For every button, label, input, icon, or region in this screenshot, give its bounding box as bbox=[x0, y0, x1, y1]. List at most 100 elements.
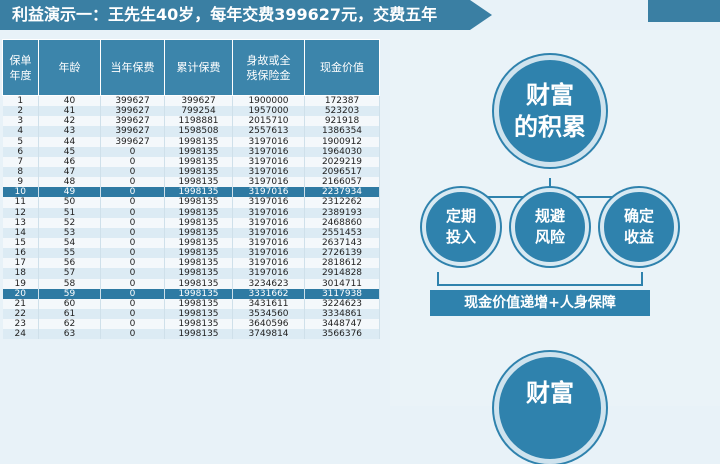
circle-2-line-1: 规避 bbox=[534, 207, 565, 225]
table-cell: 16 bbox=[2, 248, 39, 259]
table-row: 9 48 0 1998135 3197016 2166057 bbox=[2, 177, 380, 188]
table-cell: 1998135 bbox=[164, 319, 233, 330]
table-cell: 1964030 bbox=[304, 146, 380, 157]
table-cell: 0 bbox=[100, 268, 165, 279]
table-cell: 11 bbox=[2, 197, 39, 208]
table-cell: 1900000 bbox=[232, 95, 305, 107]
table-cell: 3431611 bbox=[232, 298, 305, 309]
table-cell: 399627 bbox=[100, 95, 165, 107]
table-row: 7 46 0 1998135 3197016 2029219 bbox=[2, 156, 380, 167]
table-cell: 0 bbox=[100, 217, 165, 228]
table-cell: 3197016 bbox=[232, 227, 305, 238]
table-cell: 1998135 bbox=[164, 248, 233, 259]
table-cell: 0 bbox=[100, 146, 165, 157]
table-cell: 57 bbox=[38, 268, 101, 279]
table-cell: 3 bbox=[2, 116, 39, 127]
table-row: 11 50 0 1998135 3197016 2312262 bbox=[2, 197, 380, 208]
table-row: 13 52 0 1998135 3197016 2468860 bbox=[2, 217, 380, 228]
table-cell: 2637143 bbox=[304, 237, 380, 249]
table-cell: 3117938 bbox=[304, 288, 380, 299]
table-cell: 2389193 bbox=[304, 207, 380, 218]
table-cell: 799254 bbox=[164, 106, 233, 117]
table-cell: 399627 bbox=[164, 95, 233, 107]
certain-return-circle: 确定 收益 bbox=[600, 188, 678, 266]
column-header: 现金价值 bbox=[304, 39, 380, 96]
table-cell: 3197016 bbox=[232, 248, 305, 259]
column-header-text: 年龄 bbox=[58, 61, 81, 74]
table-cell: 0 bbox=[100, 258, 165, 269]
table-cell: 52 bbox=[38, 217, 101, 228]
table-cell: 14 bbox=[2, 227, 39, 238]
table-cell: 2237934 bbox=[304, 187, 380, 198]
table-cell: 3197016 bbox=[232, 217, 305, 228]
table-cell: 1 bbox=[2, 95, 39, 107]
table-cell: 2818612 bbox=[304, 258, 380, 269]
bottom-circle-line-1: 财富 bbox=[526, 379, 574, 407]
table-cell: 3749814 bbox=[232, 329, 305, 340]
table-cell: 20 bbox=[2, 288, 39, 299]
table-cell: 1998135 bbox=[164, 308, 233, 320]
table-cell: 41 bbox=[38, 106, 101, 117]
table-cell: 1998135 bbox=[164, 207, 233, 218]
table-cell: 3334861 bbox=[304, 308, 380, 320]
table-cell: 523203 bbox=[304, 106, 380, 117]
wealth-accumulation-circle: 财富 的积累 bbox=[494, 55, 606, 167]
table-cell: 2029219 bbox=[304, 156, 380, 167]
table-cell: 0 bbox=[100, 177, 165, 188]
table-cell: 0 bbox=[100, 227, 165, 238]
table-cell: 18 bbox=[2, 268, 39, 279]
table-row: 16 55 0 1998135 3197016 2726139 bbox=[2, 248, 380, 259]
table-cell: 3197016 bbox=[232, 156, 305, 167]
table-row: 19 58 0 1998135 3234623 3014711 bbox=[2, 278, 380, 289]
cash-value-banner: 现金价值递增+人身保障 bbox=[430, 290, 650, 316]
table-cell: 1598508 bbox=[164, 126, 233, 137]
table-cell: 2468860 bbox=[304, 217, 380, 228]
table-cell: 0 bbox=[100, 278, 165, 289]
table-row: 18 57 0 1998135 3197016 2914828 bbox=[2, 268, 380, 279]
table-cell: 50 bbox=[38, 197, 101, 208]
table-cell: 13 bbox=[2, 217, 39, 228]
table-cell: 55 bbox=[38, 248, 101, 259]
table-cell: 0 bbox=[100, 166, 165, 178]
column-header: 累计保费 bbox=[164, 39, 233, 96]
table-cell: 63 bbox=[38, 329, 101, 340]
table-cell: 3197016 bbox=[232, 166, 305, 178]
circle-3-line-1: 确定 bbox=[623, 207, 654, 225]
table-cell: 0 bbox=[100, 187, 165, 198]
table-row: 10 49 0 1998135 3197016 2237934 bbox=[2, 187, 380, 198]
table-cell: 1998135 bbox=[164, 278, 233, 289]
circle-1-line-2: 投入 bbox=[445, 228, 476, 246]
column-header: 当年保费 bbox=[100, 39, 165, 96]
table-cell: 43 bbox=[38, 126, 101, 137]
table-cell: 1900912 bbox=[304, 136, 380, 147]
table-cell: 0 bbox=[100, 308, 165, 320]
table-row: 3 42 399627 1198881 2015710 921918 bbox=[2, 116, 380, 127]
column-header: 保单 年度 bbox=[2, 39, 39, 96]
table-cell: 3197016 bbox=[232, 258, 305, 269]
table-row: 23 62 0 1998135 3640596 3448747 bbox=[2, 319, 380, 330]
table-row: 2 41 399627 799254 1957000 523203 bbox=[2, 106, 380, 117]
table-cell: 3566376 bbox=[304, 329, 380, 340]
table-cell: 2096517 bbox=[304, 166, 380, 178]
page-title: 利益演示一：王先生40岁，每年交费399627元，交费五年 bbox=[0, 0, 492, 30]
table-cell: 3197016 bbox=[232, 146, 305, 157]
table-cell: 1998135 bbox=[164, 177, 233, 188]
table-cell: 0 bbox=[100, 288, 165, 299]
table-cell: 3197016 bbox=[232, 187, 305, 198]
table-cell: 58 bbox=[38, 278, 101, 289]
top-circle-line-2: 的积累 bbox=[514, 113, 586, 141]
table-cell: 42 bbox=[38, 116, 101, 127]
table-cell: 5 bbox=[2, 136, 39, 147]
table-cell: 1998135 bbox=[164, 217, 233, 228]
table-cell: 1998135 bbox=[164, 288, 233, 299]
table-row: 24 63 0 1998135 3749814 3566376 bbox=[2, 329, 380, 340]
table-cell: 12 bbox=[2, 207, 39, 218]
table-cell: 0 bbox=[100, 298, 165, 309]
table-cell: 3197016 bbox=[232, 237, 305, 249]
circle-2-line-2: 风险 bbox=[534, 228, 565, 246]
table-cell: 7 bbox=[2, 156, 39, 167]
table-cell: 3197016 bbox=[232, 197, 305, 208]
table-cell: 4 bbox=[2, 126, 39, 137]
table-cell: 8 bbox=[2, 166, 39, 178]
benefit-table-container: 保单 年度 年龄 当年保费 累计保费 身故或全 残保险金 现金价值 1 40 399627 3996… bbox=[2, 39, 380, 340]
